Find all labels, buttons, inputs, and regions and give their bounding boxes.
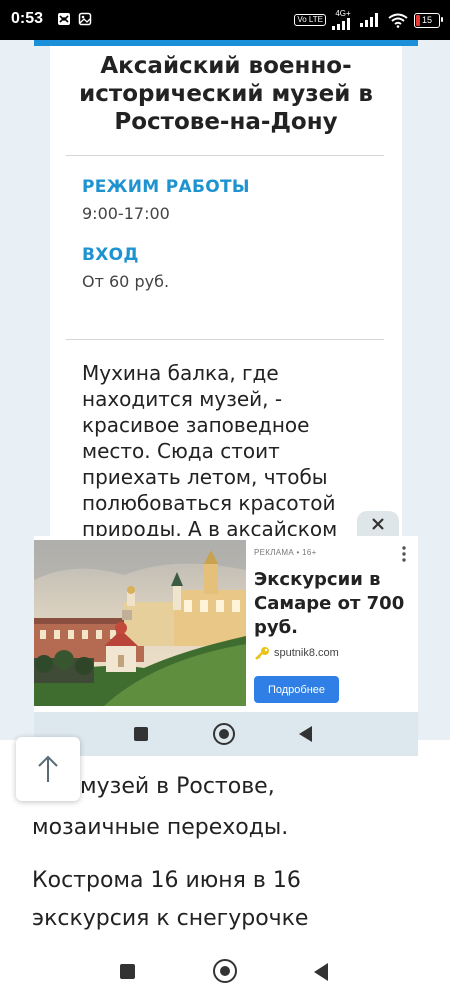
ad-close-button[interactable] bbox=[357, 511, 399, 537]
home-icon-dot bbox=[219, 729, 229, 739]
close-icon bbox=[372, 518, 384, 530]
museum-title: Аксайский военно-исторический музей в Ро… bbox=[79, 53, 373, 135]
key-icon bbox=[255, 647, 269, 660]
scroll-top-arrow-icon bbox=[38, 755, 58, 782]
scroll-top-button[interactable] bbox=[16, 737, 80, 801]
system-nav-bar bbox=[0, 945, 450, 1000]
signal-icon bbox=[332, 18, 350, 30]
ad-headline[interactable]: Экскурсии в Самаре от 700 руб. bbox=[254, 568, 414, 640]
volte-icon: Vo LTE bbox=[294, 14, 326, 26]
ad-site-text: sputnik8.com bbox=[274, 647, 339, 659]
museum-description: Мухина балка, где находится музей, - кра… bbox=[82, 361, 338, 536]
review-text-line: Кострома 16 июня в 16 bbox=[32, 868, 301, 893]
more-vert-icon[interactable] bbox=[398, 544, 410, 564]
battery-level: 15 bbox=[421, 15, 432, 25]
gallery-notification-icon bbox=[78, 12, 92, 26]
entry-value: От 60 руб. bbox=[82, 272, 170, 291]
review-text-line: музей в Ростове, bbox=[80, 774, 275, 799]
battery-icon: 15 bbox=[414, 12, 443, 28]
ad-image[interactable] bbox=[34, 540, 246, 706]
wifi-icon bbox=[388, 13, 408, 28]
back-icon[interactable] bbox=[299, 726, 312, 742]
review-text-line: экскурсия к снегурочке bbox=[32, 906, 309, 931]
status-bar: 0:53 Vo LTE 4G+ 15 bbox=[0, 0, 450, 40]
signal-icon-2 bbox=[360, 13, 378, 27]
back-icon[interactable] bbox=[314, 963, 328, 981]
hours-value: 9:00-17:00 bbox=[82, 204, 170, 223]
hours-label: РЕЖИМ РАБОТЫ bbox=[82, 177, 250, 197]
status-right-group: Vo LTE 4G+ 15 bbox=[294, 9, 443, 31]
ad-age-tag: РЕКЛАМА • 16+ bbox=[254, 548, 317, 557]
recent-apps-icon[interactable] bbox=[134, 727, 148, 741]
ad-site-link[interactable]: sputnik8.com bbox=[254, 645, 339, 661]
divider bbox=[66, 155, 384, 156]
network-type: 4G+ bbox=[335, 9, 351, 18]
notification-app-icon bbox=[58, 13, 70, 25]
embedded-nav-bar bbox=[34, 712, 418, 756]
status-time: 0:53 bbox=[11, 10, 44, 27]
divider bbox=[66, 339, 384, 340]
home-icon-dot bbox=[220, 966, 230, 976]
review-text-line: мозаичные переходы. bbox=[32, 815, 289, 840]
entry-label: ВХОД bbox=[82, 245, 139, 265]
signal-group-1: 4G+ bbox=[332, 10, 354, 30]
recent-apps-icon[interactable] bbox=[120, 964, 135, 979]
ad-cta-button[interactable]: Подробнее bbox=[254, 676, 339, 703]
